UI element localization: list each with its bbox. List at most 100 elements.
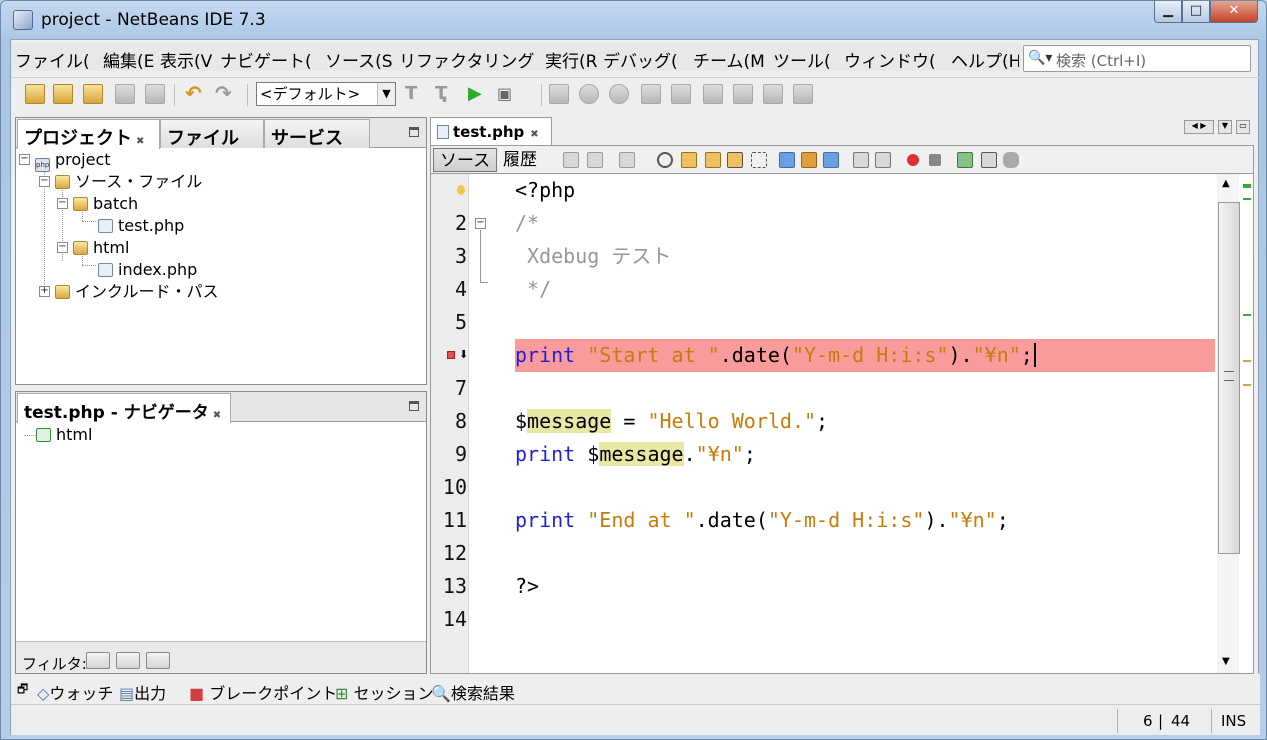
tab-watches[interactable]: ◇ウォッチ	[37, 680, 113, 704]
tree-node-sources[interactable]: ソース・ファイル	[55, 172, 202, 192]
redo-icon[interactable]: ↷	[215, 83, 235, 104]
debug-icon[interactable]: ▣	[497, 84, 517, 104]
quick-search-box[interactable]: 🔍▾ 検索 (Ctrl+I)	[1023, 45, 1251, 72]
tab-projects[interactable]: プロジェクト ✖	[17, 119, 160, 149]
step-over-expression-icon[interactable]	[671, 84, 691, 104]
filter-inherited-icon[interactable]	[116, 652, 140, 669]
collapse-toggle[interactable]: −	[57, 242, 68, 253]
collapse-toggle[interactable]: −	[57, 198, 68, 209]
forward-icon[interactable]	[619, 152, 635, 168]
menu-team[interactable]: チーム(M	[693, 47, 765, 72]
finish-debug-icon[interactable]	[549, 84, 569, 104]
menu-help[interactable]: ヘルプ(H	[951, 47, 1019, 72]
minimize-window-group-icon[interactable]	[409, 127, 419, 137]
line-number-gutter[interactable]: 2 3 4 5 ⬇ 7 8 9 10 11 12 13 14	[431, 174, 469, 673]
comment-icon[interactable]	[957, 152, 973, 168]
menu-window[interactable]: ウィンドウ(	[844, 47, 936, 72]
filter-private-icon[interactable]	[146, 652, 170, 669]
step-into-icon[interactable]	[703, 84, 723, 104]
shift-left-icon[interactable]	[853, 152, 869, 168]
open-project-icon[interactable]	[83, 84, 103, 104]
tree-node-test-php[interactable]: test.php	[98, 216, 184, 236]
undo-icon[interactable]: ↶	[185, 83, 205, 104]
shift-right-icon[interactable]	[875, 152, 891, 168]
restore-group-icon[interactable]: 🗗	[17, 680, 28, 701]
scrollbar-thumb[interactable]	[1218, 202, 1240, 554]
code-fold-toggle[interactable]: −	[475, 218, 486, 229]
next-bookmark-icon[interactable]	[801, 152, 817, 168]
find-icon[interactable]	[657, 152, 673, 168]
find-previous-icon[interactable]	[681, 152, 697, 168]
tab-scroll-arrows-icon[interactable]: ◀ ▶	[1184, 120, 1214, 134]
minimize-button[interactable]: ▁	[1154, 1, 1182, 23]
scroll-down-icon[interactable]: ▼	[1222, 656, 1230, 667]
find-next-icon[interactable]	[705, 152, 721, 168]
tab-search-results[interactable]: 🔍検索結果	[431, 680, 515, 704]
previous-bookmark-icon[interactable]	[779, 152, 795, 168]
tab-services[interactable]: サービス	[264, 119, 370, 149]
expand-toggle[interactable]: +	[39, 286, 50, 297]
start-macro-icon[interactable]	[907, 154, 919, 166]
configuration-select[interactable]: <デフォルト> ▼	[256, 82, 396, 106]
tree-node-project[interactable]: php project	[35, 150, 111, 172]
tab-output[interactable]: ▤出力	[119, 680, 166, 704]
menu-navigate[interactable]: ナビゲート(	[220, 47, 312, 72]
stop-macro-icon[interactable]	[929, 154, 941, 166]
error-stripe-marker[interactable]	[1243, 360, 1251, 362]
apply-code-changes-icon[interactable]	[793, 84, 813, 104]
menu-source[interactable]: ソース(S	[325, 47, 393, 72]
tab-navigator[interactable]: test.php - ナビゲータ ✖	[17, 393, 231, 423]
database-icon[interactable]	[1003, 152, 1019, 168]
tab-breakpoints[interactable]: ■ ブレークポイント	[189, 680, 337, 704]
back-icon[interactable]	[587, 152, 603, 168]
close-icon[interactable]: ✖	[136, 136, 144, 147]
toggle-bookmark-icon[interactable]	[823, 152, 839, 168]
editor-tab-test-php[interactable]: test.php ✖	[430, 117, 552, 145]
save-all-icon[interactable]	[145, 84, 165, 104]
tab-sessions[interactable]: ⊞ セッション	[335, 680, 434, 704]
close-icon[interactable]: ✖	[530, 129, 538, 140]
close-button[interactable]: ✕	[1210, 1, 1258, 23]
build-icon[interactable]: T	[405, 84, 425, 104]
code-editor[interactable]: 2 3 4 5 ⬇ 7 8 9 10 11 12 13 14 − <?php /…	[430, 174, 1254, 674]
clean-build-icon[interactable]: Ҭ	[435, 84, 455, 104]
document-list-icon[interactable]: ▼	[1218, 120, 1232, 134]
vertical-scrollbar[interactable]: ▲ ▼	[1217, 174, 1240, 673]
error-stripe-marker[interactable]	[1243, 198, 1251, 200]
new-project-icon[interactable]	[53, 84, 73, 104]
tree-node-index-php[interactable]: index.php	[98, 260, 197, 280]
continue-icon[interactable]	[609, 84, 629, 104]
collapse-toggle[interactable]: −	[39, 176, 50, 187]
tree-node-include-path[interactable]: インクルード・パス	[55, 282, 219, 302]
maximize-editor-icon[interactable]: ▭	[1236, 120, 1250, 134]
navigator-node-html[interactable]: html	[36, 425, 92, 445]
last-edit-icon[interactable]	[563, 152, 579, 168]
menu-view[interactable]: 表示(V	[160, 47, 212, 72]
tree-node-html[interactable]: html	[73, 238, 129, 258]
menu-edit[interactable]: 編集(E	[103, 47, 154, 72]
uncomment-icon[interactable]	[981, 152, 997, 168]
collapse-toggle[interactable]: −	[19, 154, 30, 165]
menu-refactor[interactable]: リファクタリング	[399, 47, 534, 72]
error-stripe-marker[interactable]	[1243, 314, 1251, 316]
step-out-icon[interactable]	[733, 84, 753, 104]
status-insert-mode[interactable]: INS	[1221, 712, 1246, 730]
toggle-rect-select-icon[interactable]	[751, 152, 767, 168]
hint-bulb-icon[interactable]	[457, 185, 465, 195]
minimize-window-group-icon[interactable]	[409, 401, 419, 411]
error-stripe-marker[interactable]	[1243, 384, 1251, 386]
tab-files[interactable]: ファイル	[160, 119, 264, 149]
run-icon[interactable]: ▶	[468, 84, 488, 104]
tree-node-batch[interactable]: batch	[73, 194, 138, 214]
history-view-button[interactable]: 履歴	[497, 148, 543, 172]
toggle-highlight-icon[interactable]	[727, 152, 743, 168]
menu-file[interactable]: ファイル(	[15, 47, 90, 72]
new-file-icon[interactable]	[25, 84, 45, 104]
run-to-cursor-icon[interactable]	[763, 84, 783, 104]
close-icon[interactable]: ✖	[213, 410, 221, 421]
step-over-icon[interactable]	[641, 84, 661, 104]
scroll-up-icon[interactable]: ▲	[1222, 178, 1230, 189]
menu-tools[interactable]: ツール(	[773, 47, 831, 72]
menu-run[interactable]: 実行(R	[545, 47, 597, 72]
save-icon[interactable]	[115, 84, 135, 104]
